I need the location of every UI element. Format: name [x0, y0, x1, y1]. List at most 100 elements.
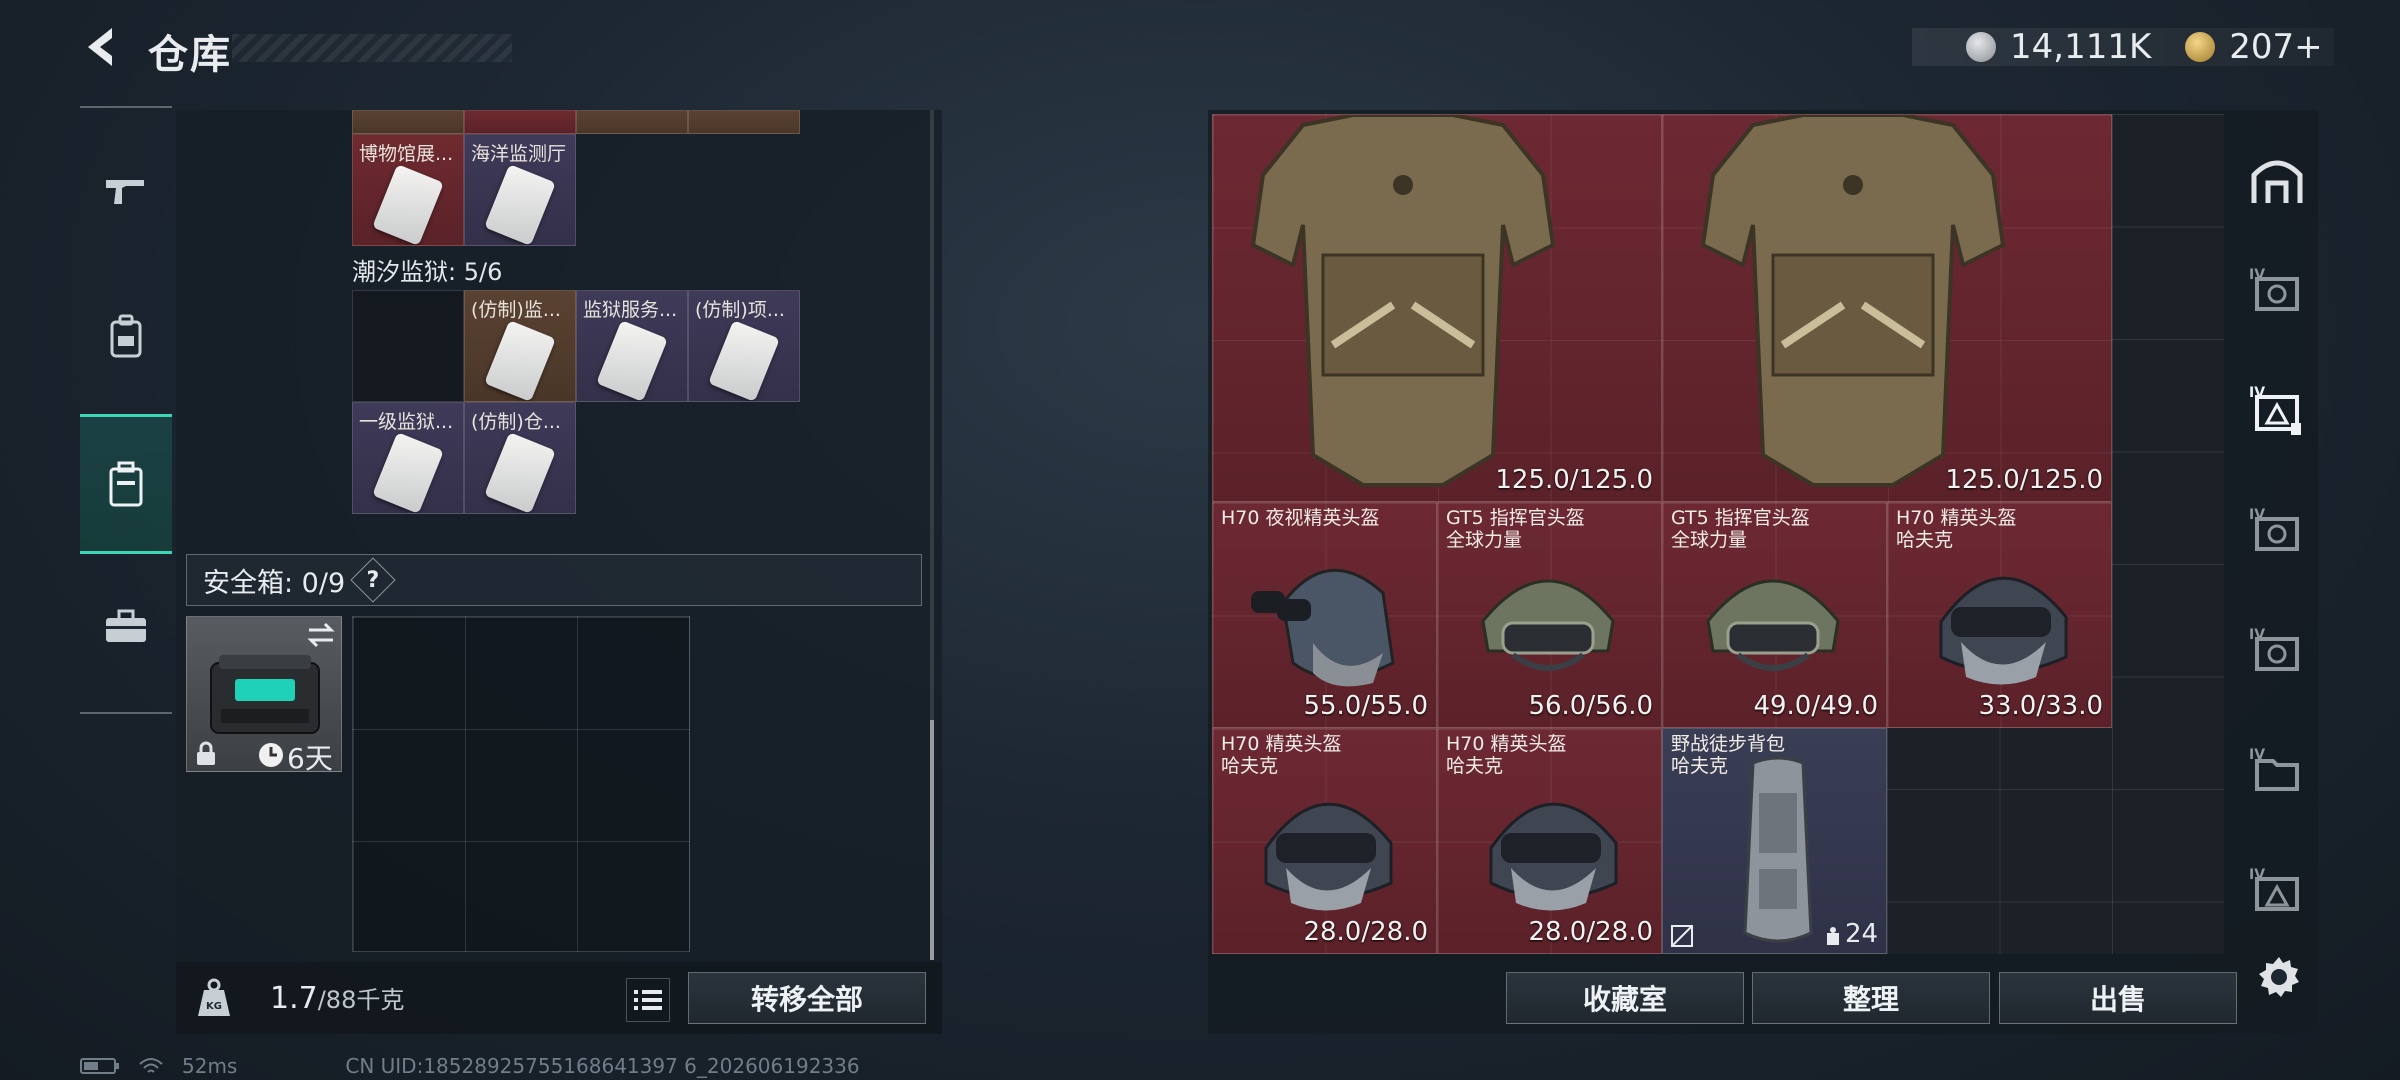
stash-tab-vault[interactable] [2238, 130, 2316, 230]
helmet-item[interactable]: H70 精英头盔 哈夫克 28.0/28.0 [1212, 728, 1437, 954]
keycard-label: (仿制)项... [695, 299, 785, 321]
helmet-item[interactable]: H70 精英头盔 哈夫克 28.0/28.0 [1437, 728, 1662, 954]
stash-tab-5[interactable]: IV [2238, 600, 2316, 700]
stash-box-icon: IV [2249, 267, 2299, 311]
stash-tab-4[interactable]: IV [2238, 480, 2316, 580]
item-name: GT5 指挥官头盔 全球力量 [1671, 507, 1810, 551]
gold-coin-icon [2185, 32, 2216, 62]
item-name: H70 夜视精英头盔 [1221, 507, 1380, 529]
list-icon [634, 990, 662, 1010]
body-armor-icon [1700, 115, 2006, 487]
title-decoration [232, 34, 512, 62]
keycard-slot[interactable] [464, 110, 576, 134]
stash-tab-3-active[interactable]: IV [2238, 360, 2316, 460]
safe-box-grid[interactable] [352, 616, 690, 952]
vault-icon [2251, 160, 2303, 203]
keycard-label: 一级监狱... [359, 411, 454, 433]
keycard-label: 海洋监测厅 [471, 143, 567, 165]
lock-icon [197, 741, 215, 765]
settings-button[interactable] [2254, 952, 2304, 1002]
keycard-icon [372, 432, 444, 513]
clock-icon [259, 743, 283, 767]
svg-text:KG: KG [206, 1001, 222, 1012]
body-armor-item[interactable]: 125.0/125.0 [1212, 114, 1662, 502]
durability-text: 33.0/33.0 [1978, 691, 2103, 721]
help-icon: ? [366, 567, 380, 593]
weight-icon: KG [198, 978, 230, 1016]
keycard-item[interactable]: (仿制)项... [688, 290, 800, 402]
stash-tab-6[interactable]: IV [2238, 720, 2316, 820]
durability-text: 56.0/56.0 [1528, 691, 1653, 721]
keycard-icon [372, 164, 444, 245]
capacity-text: 24 [1845, 919, 1879, 949]
stash-tab-2[interactable]: IV [2238, 240, 2316, 340]
nav-item-storage[interactable] [80, 414, 172, 554]
left-bottom-bar: KG 1.7/88千克 转移全部 [176, 962, 942, 1034]
keycard-item[interactable]: 一级监狱... [352, 402, 464, 514]
empty-keycard-slot[interactable] [352, 290, 464, 402]
uid-text: CN UID:18528925755168641397 6_2026061923… [345, 1054, 860, 1078]
safe-case-icon [210, 655, 320, 734]
keycard-item[interactable]: 监狱服务... [576, 290, 688, 402]
keycard-item[interactable]: 博物馆展... [352, 134, 464, 246]
helmet-item[interactable]: GT5 指挥官头盔 全球力量 49.0/49.0 [1662, 502, 1887, 728]
safe-box-item[interactable]: 6天 [186, 616, 342, 775]
durability-text: 28.0/28.0 [1303, 917, 1428, 947]
helmet-item[interactable]: H70 精英头盔 哈夫克 33.0/33.0 [1887, 502, 2112, 728]
keycard-item[interactable]: (仿制)监... [464, 290, 576, 402]
left-category-nav [80, 106, 172, 714]
back-button[interactable] [78, 22, 128, 72]
collection-room-button[interactable]: 收藏室 [1506, 972, 1744, 1024]
keycard-icon [596, 320, 668, 401]
keycard-item[interactable]: (仿制)仓... [464, 402, 576, 514]
nvg-helmet-icon [1251, 568, 1395, 687]
helmet-item[interactable]: H70 夜视精英头盔 55.0/55.0 [1212, 502, 1437, 728]
sell-button[interactable]: 出售 [1999, 972, 2237, 1024]
keycard-slot[interactable] [352, 110, 464, 134]
organize-button[interactable]: 整理 [1752, 972, 1990, 1024]
backpack-item[interactable]: 野战徒步背包 哈夫克 24 [1662, 728, 1887, 954]
stash-page-nav: IV IV IV IV IV IV [2238, 130, 2316, 960]
durability-text: 125.0/125.0 [1495, 465, 1653, 495]
elite-helmet-icon [1489, 802, 1618, 911]
left-scrollbar[interactable] [930, 720, 934, 960]
keycard-icon [484, 164, 556, 245]
stash-box-icon: IV [2249, 627, 2299, 671]
nav-item-gear[interactable] [80, 266, 172, 406]
list-view-button[interactable] [626, 978, 670, 1022]
transfer-all-button[interactable]: 转移全部 [688, 972, 926, 1024]
wifi-icon [139, 1058, 163, 1073]
currency-bar: 14,111K 207+ [1912, 27, 2334, 67]
elite-helmet-icon [1264, 802, 1393, 911]
backpack-icon [110, 314, 142, 358]
swap-icon [307, 622, 335, 648]
stash-tab-7[interactable]: IV [2238, 840, 2316, 940]
keycard-label: 博物馆展... [359, 143, 454, 165]
keycard-icon [484, 320, 556, 401]
helmet-item[interactable]: GT5 指挥官头盔 全球力量 56.0/56.0 [1437, 502, 1662, 728]
item-name: H70 精英头盔 哈夫克 [1446, 733, 1567, 777]
currency2-value: 207+ [2229, 27, 2323, 67]
nav-item-weapons[interactable] [80, 122, 172, 262]
storage-case-icon [109, 461, 143, 507]
keycard-icon [708, 320, 780, 401]
keycard-slot[interactable] [688, 110, 800, 134]
body-armor-item[interactable]: 125.0/125.0 [1662, 114, 2112, 502]
stash-box-icon: IV [2249, 867, 2299, 911]
gear-icon [2259, 957, 2299, 997]
durability-text: 55.0/55.0 [1303, 691, 1428, 721]
stash-box-icon: IV [2249, 507, 2299, 551]
commander-helmet-icon [1706, 579, 1840, 671]
empty-stash-slots[interactable] [1887, 728, 2224, 954]
keycard-label: (仿制)仓... [471, 411, 561, 433]
currency1-value: 14,111K [2010, 27, 2152, 67]
keycard-slot[interactable] [576, 110, 688, 134]
prison-section-label: 潮汐监狱: 5/6 [352, 258, 503, 286]
nav-item-tools[interactable] [80, 556, 172, 696]
item-name: H70 精英头盔 哈夫克 [1221, 733, 1342, 777]
help-button[interactable]: ? [350, 557, 396, 603]
elite-helmet-icon [1939, 576, 2068, 685]
item-name: H70 精英头盔 哈夫克 [1896, 507, 2017, 551]
ping-text: 52ms [182, 1054, 238, 1078]
keycard-item[interactable]: 海洋监测厅 [464, 134, 576, 246]
